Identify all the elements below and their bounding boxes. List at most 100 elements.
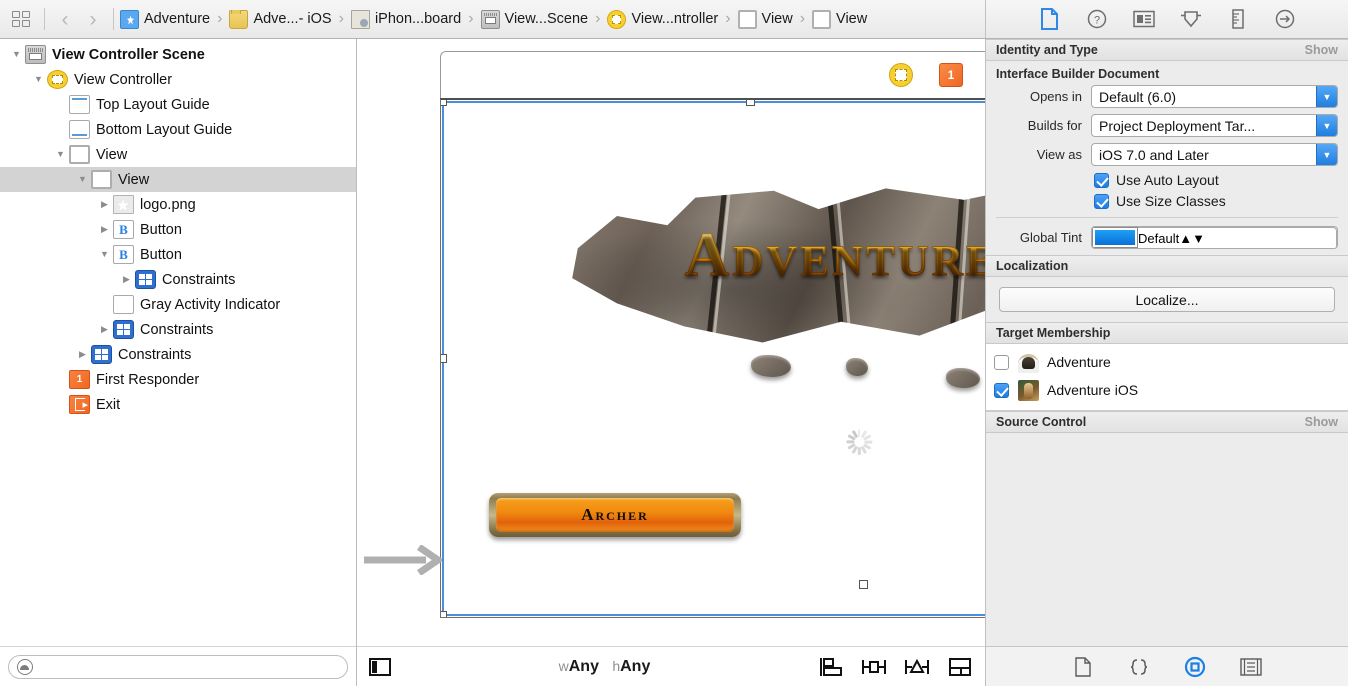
- selection-handle[interactable]: [441, 611, 447, 617]
- outline-row[interactable]: ▼ View Controller: [0, 67, 356, 92]
- quick-help-inspector-tab[interactable]: ?: [1084, 7, 1110, 31]
- size-inspector-tab[interactable]: [1225, 7, 1251, 31]
- connections-inspector-tab[interactable]: [1272, 7, 1298, 31]
- global-tint-control[interactable]: Default ▲▼: [1091, 226, 1338, 249]
- align-button[interactable]: [818, 656, 844, 678]
- selection-handle[interactable]: [441, 354, 447, 363]
- use-auto-layout-checkbox[interactable]: [1094, 172, 1109, 188]
- target-row-adventure-ios[interactable]: Adventure iOS: [986, 376, 1348, 404]
- code-snippet-library-button[interactable]: [1126, 655, 1152, 679]
- disclosure-triangle-right-icon[interactable]: ▶: [74, 350, 91, 359]
- use-size-classes-row[interactable]: Use Size Classes: [1094, 193, 1348, 209]
- file-inspector-tab[interactable]: [1037, 7, 1063, 31]
- outline-row[interactable]: Bottom Layout Guide: [0, 117, 356, 142]
- view-icon: [737, 9, 757, 29]
- breadcrumb-item-subview[interactable]: View: [812, 9, 867, 29]
- target-row-adventure[interactable]: Adventure: [986, 348, 1348, 376]
- outline-row[interactable]: First Responder: [0, 367, 356, 392]
- disclosure-triangle-right-icon[interactable]: ▶: [96, 325, 113, 334]
- first-responder-dock-icon[interactable]: [939, 63, 963, 87]
- outline-row[interactable]: ▶ B Button: [0, 217, 356, 242]
- opens-in-popup[interactable]: Default (6.0) ▼: [1091, 85, 1338, 108]
- canvas[interactable]: Adventure Archer: [357, 39, 985, 646]
- view-controller-view[interactable]: Adventure Archer: [440, 98, 985, 618]
- related-items-icon[interactable]: [10, 8, 32, 30]
- outline-row[interactable]: Exit: [0, 392, 356, 417]
- identity-inspector-tab[interactable]: [1131, 7, 1157, 31]
- target-checkbox[interactable]: [994, 354, 1009, 370]
- outline-row[interactable]: ▶ Constraints: [0, 317, 356, 342]
- selection-handle[interactable]: [441, 100, 447, 106]
- chevron-right-icon: ›: [595, 10, 601, 27]
- selection-handle[interactable]: [859, 580, 868, 589]
- filter-input[interactable]: [39, 659, 339, 674]
- stepper-chevrons-icon[interactable]: ▲▼: [1179, 231, 1205, 246]
- identity-and-type-section-header[interactable]: Identity and Type Show: [986, 39, 1348, 61]
- use-size-classes-checkbox[interactable]: [1094, 193, 1109, 209]
- localize-button[interactable]: Localize...: [999, 287, 1335, 312]
- source-control-show-button[interactable]: Show: [1305, 415, 1338, 429]
- spinner-blade: [845, 440, 854, 444]
- storyboard-document-icon: [350, 9, 370, 29]
- outline-row[interactable]: ▶ Constraints: [0, 267, 356, 292]
- outline-row[interactable]: Gray Activity Indicator: [0, 292, 356, 317]
- forward-button[interactable]: ›: [79, 9, 107, 30]
- identity-show-button[interactable]: Show: [1305, 43, 1338, 57]
- selection-handle[interactable]: [746, 100, 755, 106]
- outline-row-label: Constraints: [140, 321, 214, 338]
- media-library-button[interactable]: [1238, 655, 1264, 679]
- global-tint-color-swatch[interactable]: [1092, 227, 1138, 248]
- size-class-indicator[interactable]: wAny hAny: [391, 658, 818, 676]
- disclosure-triangle-down-icon[interactable]: ▼: [8, 50, 25, 59]
- logo-rock-chip: [946, 368, 980, 388]
- outline-row[interactable]: Top Layout Guide: [0, 92, 356, 117]
- outline-row[interactable]: ▼ View: [0, 167, 356, 192]
- source-control-section-header[interactable]: Source Control Show: [986, 411, 1348, 433]
- view-controller-dock-icon[interactable]: [889, 63, 913, 87]
- disclosure-triangle-right-icon[interactable]: ▶: [96, 225, 113, 234]
- target-membership-section-header[interactable]: Target Membership: [986, 322, 1348, 344]
- outline-row[interactable]: ▶ Constraints: [0, 342, 356, 367]
- gray-activity-indicator[interactable]: [845, 428, 873, 456]
- outline-row[interactable]: ▼ B Button: [0, 242, 356, 267]
- disclosure-triangle-down-icon[interactable]: ▼: [52, 150, 69, 159]
- outline-row-label: Gray Activity Indicator: [140, 296, 281, 313]
- breadcrumb-item-view[interactable]: View: [737, 9, 793, 29]
- file-template-library-button[interactable]: [1070, 655, 1096, 679]
- scene-dock: [440, 51, 985, 98]
- constraints-icon: [91, 345, 112, 364]
- use-auto-layout-row[interactable]: Use Auto Layout: [1094, 172, 1348, 188]
- outline-row[interactable]: ▼ View Controller Scene: [0, 42, 356, 67]
- breadcrumb-item-scene[interactable]: View...Scene: [480, 9, 588, 29]
- disclosure-triangle-down-icon[interactable]: ▼: [74, 175, 91, 184]
- target-membership-list: Adventure Adventure iOS: [986, 344, 1348, 411]
- target-checkbox[interactable]: [994, 382, 1009, 398]
- chevron-down-icon: ▼: [1316, 86, 1337, 107]
- global-tint-popup[interactable]: Default ▲▼: [1138, 227, 1337, 248]
- breadcrumb-item-view-controller[interactable]: View...ntroller: [607, 9, 719, 29]
- embed-in-button[interactable]: [947, 656, 973, 678]
- outline-row[interactable]: ▼ View: [0, 142, 356, 167]
- archer-button[interactable]: Archer: [489, 493, 741, 537]
- chevron-right-icon: ›: [217, 10, 223, 27]
- object-library-button[interactable]: [1182, 655, 1208, 679]
- breadcrumb-item-storyboard[interactable]: iPhon...board: [350, 9, 461, 29]
- view-mode-toggle-icon[interactable]: [369, 657, 391, 676]
- pin-button[interactable]: [861, 656, 887, 678]
- outline-filter-field[interactable]: [8, 654, 348, 679]
- attributes-inspector-tab[interactable]: [1178, 7, 1204, 31]
- view-controller-icon: [607, 9, 627, 29]
- disclosure-triangle-down-icon[interactable]: ▼: [96, 250, 113, 259]
- localization-section-header[interactable]: Localization: [986, 255, 1348, 277]
- disclosure-triangle-right-icon[interactable]: ▶: [96, 200, 113, 209]
- breadcrumb-item-group[interactable]: Adve...- iOS: [229, 9, 332, 29]
- breadcrumb-label: View...ntroller: [631, 11, 719, 27]
- builds-for-popup[interactable]: Project Deployment Tar... ▼: [1091, 114, 1338, 137]
- disclosure-triangle-down-icon[interactable]: ▼: [30, 75, 47, 84]
- disclosure-triangle-right-icon[interactable]: ▶: [118, 275, 135, 284]
- resolve-auto-layout-issues-button[interactable]: [904, 656, 930, 678]
- breadcrumb-item-project[interactable]: Adventure: [120, 9, 210, 29]
- view-as-popup[interactable]: iOS 7.0 and Later ▼: [1091, 143, 1338, 166]
- back-button[interactable]: ‹: [51, 9, 79, 30]
- outline-row[interactable]: ▶ logo.png: [0, 192, 356, 217]
